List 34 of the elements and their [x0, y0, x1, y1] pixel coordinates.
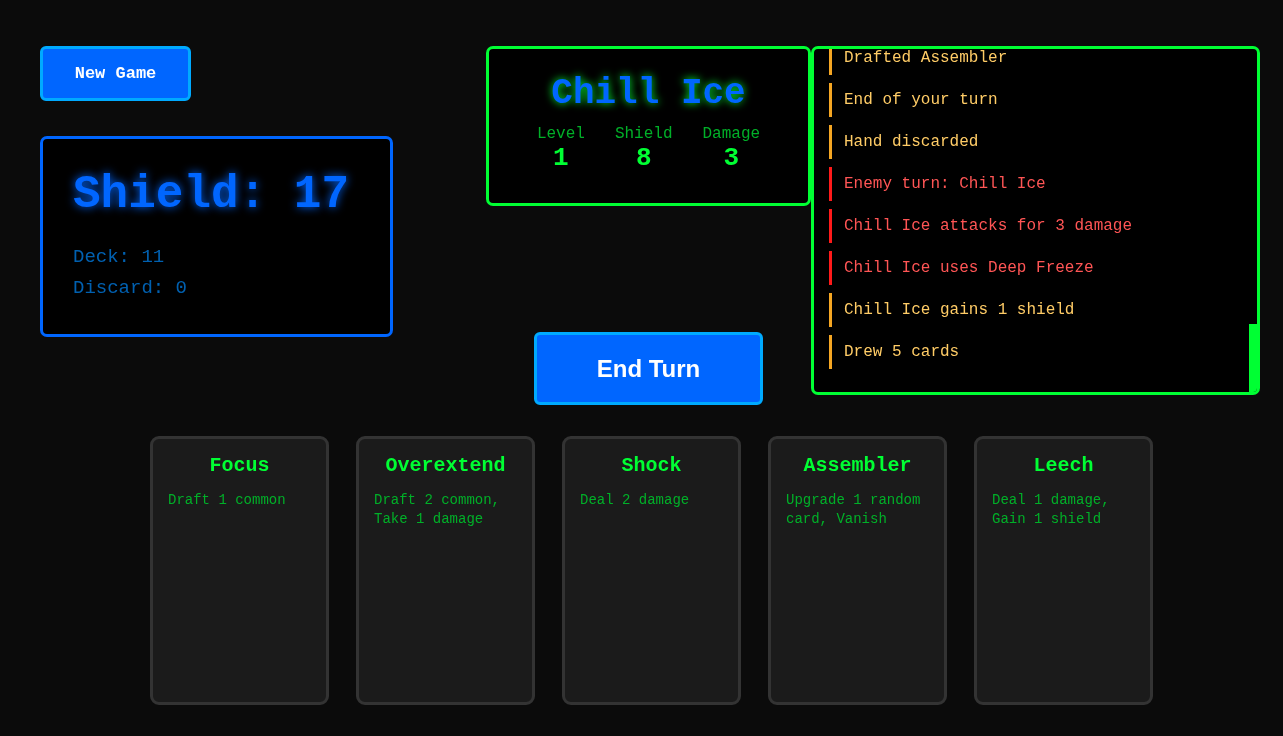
log-entry: Chill Ice uses Deep Freeze	[829, 251, 1257, 285]
card-text: Draft 2 common, Take 1 damage	[374, 491, 502, 529]
card-text: Upgrade 1 random card, Vanish	[786, 491, 922, 529]
log-entry: Hand discarded	[829, 125, 1257, 159]
card-title: Shock	[621, 453, 682, 479]
card[interactable]: Overextend Draft 2 common, Take 1 damage	[356, 436, 535, 705]
card-text: Draft 1 common	[168, 491, 287, 510]
end-turn-button[interactable]: End Turn	[534, 332, 763, 405]
new-game-button[interactable]: New Game	[40, 46, 191, 101]
stat-label: Level	[536, 125, 585, 143]
stat-label: Shield	[614, 125, 673, 143]
log-entry: End of your turn	[829, 83, 1257, 117]
card-title: Overextend	[385, 453, 506, 479]
log-entry: Drafted Assembler	[829, 49, 1257, 75]
scrollbar-thumb[interactable]	[1249, 324, 1257, 392]
card[interactable]: Leech Deal 1 damage, Gain 1 shield	[974, 436, 1153, 705]
discard-count: Discard: 0	[73, 276, 188, 301]
card-title: Leech	[1033, 453, 1094, 479]
stat-value: 3	[723, 143, 740, 173]
card-text: Deal 1 damage, Gain 1 shield	[992, 491, 1111, 529]
stat-value: 8	[635, 143, 652, 173]
card[interactable]: Shock Deal 2 damage	[562, 436, 741, 705]
player-shield: Shield: 17	[73, 168, 350, 223]
card-title: Assembler	[803, 453, 912, 479]
enemy-name: Chill Ice	[551, 72, 746, 116]
card-title: Focus	[209, 453, 270, 479]
deck-count: Deck: 11	[73, 245, 165, 270]
card[interactable]: Focus Draft 1 common	[150, 436, 329, 705]
card-text: Deal 2 damage	[580, 491, 691, 510]
stat-label: Damage	[702, 125, 761, 143]
card[interactable]: Assembler Upgrade 1 random card, Vanish	[768, 436, 947, 705]
log-entry: Chill Ice attacks for 3 damage	[829, 209, 1257, 243]
log-entry: Enemy turn: Chill Ice	[829, 167, 1257, 201]
stat-value: 1	[553, 143, 569, 173]
